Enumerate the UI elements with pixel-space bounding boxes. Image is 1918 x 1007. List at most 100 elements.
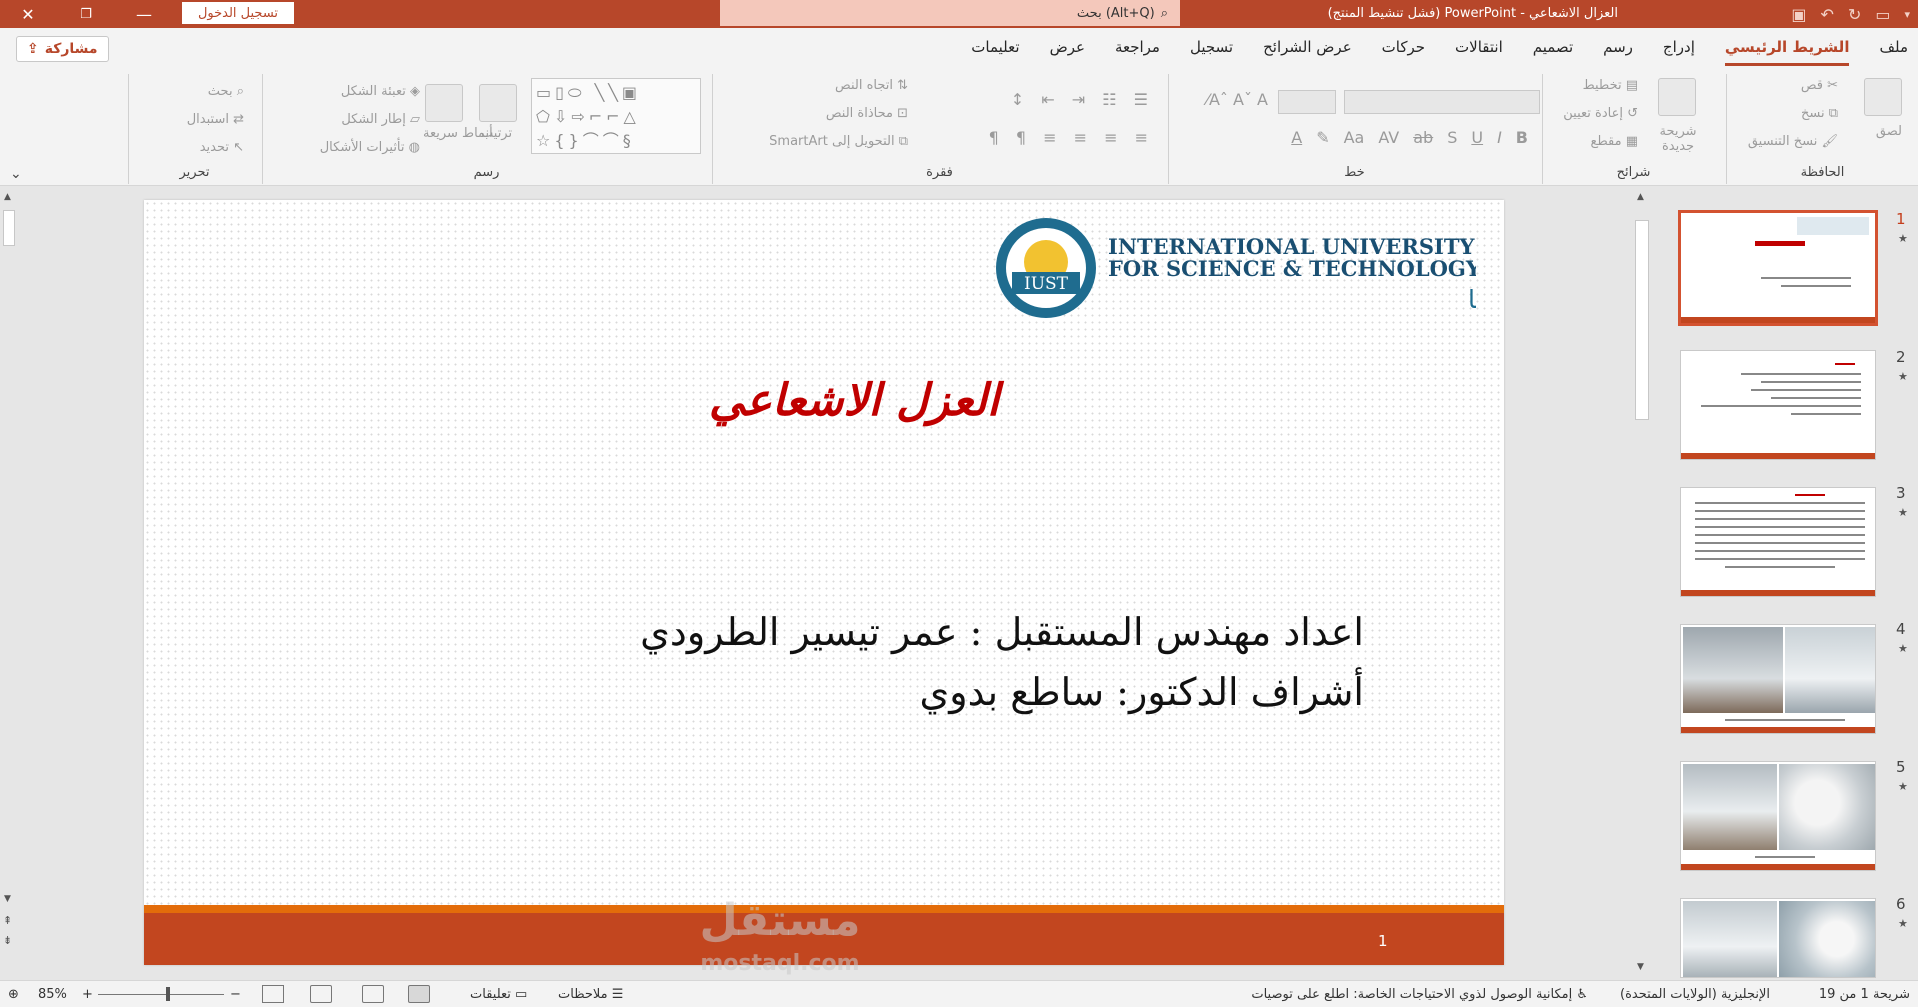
text-direction-button[interactable]: ⇅ اتجاه النص <box>835 78 908 93</box>
thumb-scroll-down-icon[interactable]: ▼ <box>1637 962 1644 972</box>
customize-qat-icon[interactable]: ▾ <box>1904 8 1910 21</box>
tab-10[interactable]: عرض <box>1050 36 1085 58</box>
minimize-icon[interactable]: — <box>122 0 166 28</box>
tab-7[interactable]: عرض الشرائح <box>1263 36 1352 58</box>
shape-effects-button[interactable]: ◍ تأثيرات الأشكال <box>320 140 420 155</box>
shape-fill-button[interactable]: ◈ تعبئة الشكل <box>341 84 420 99</box>
slide-thumbnail-2[interactable] <box>1680 350 1876 460</box>
new-slide-icon[interactable] <box>1658 78 1696 116</box>
zoom-in-button[interactable]: + <box>82 987 93 1002</box>
slide-thumbnail-3[interactable] <box>1680 487 1876 597</box>
prev-slide-icon[interactable]: ⇞ <box>3 914 12 927</box>
tab-8[interactable]: تسجيل <box>1190 36 1233 58</box>
shadow-icon[interactable]: S <box>1447 128 1457 147</box>
language-status[interactable]: الإنجليزية (الولايات المتحدة) <box>1620 987 1770 1002</box>
tab-11[interactable]: تعليمات <box>971 36 1019 58</box>
slide-author-line[interactable]: اعداد مهندس المستقبل : عمر تيسير الطرودي <box>640 610 1364 654</box>
tab-2[interactable]: إدراج <box>1663 36 1695 58</box>
slide-thumbnail-5[interactable] <box>1680 761 1876 871</box>
thumb-footer <box>1681 317 1875 323</box>
replace-button[interactable]: ⇄ استبدال <box>187 112 244 127</box>
format-painter-button[interactable]: 🖌 نسخ التنسيق <box>1748 134 1838 149</box>
copy-button[interactable]: ⧉ نسخ <box>1801 106 1838 121</box>
layout-button[interactable]: ▤ تخطيط <box>1583 78 1638 93</box>
arrange-icon[interactable] <box>479 84 517 122</box>
restore-icon[interactable]: ❐ <box>64 0 108 28</box>
editor-scrollbar[interactable]: ▲ ▼ ⇞ ⇟ <box>0 190 18 960</box>
collapse-ribbon-icon[interactable]: ⌄ <box>10 166 22 182</box>
strikethrough-icon[interactable]: ab <box>1413 128 1433 147</box>
tab-0[interactable]: ملف <box>1879 36 1908 58</box>
thumb-line <box>1695 510 1865 512</box>
slide-thumbnail-1[interactable] <box>1678 210 1878 326</box>
shapes-gallery[interactable]: ▭▯⬭ ╲╲▣ ⬠⇩⇨⌐⌐△ ☆{}⌒⌒§ <box>531 78 701 154</box>
underline-icon[interactable]: U <box>1471 128 1483 147</box>
tab-4[interactable]: تصميم <box>1533 36 1573 58</box>
slide-canvas[interactable]: IUST INTERNATIONAL UNIVERSITY FOR SCIENC… <box>144 200 1902 965</box>
smartart-button[interactable]: ⧉ التحويل إلى SmartArt <box>769 134 908 149</box>
tab-5[interactable]: انتقالات <box>1455 36 1503 58</box>
quick-styles-button[interactable]: أنماط سريعة <box>423 126 493 141</box>
slide-title[interactable]: العزل الاشعاعي <box>664 375 1044 426</box>
char-spacing-icon[interactable]: AV <box>1378 128 1399 147</box>
list-indent-icons[interactable]: ☰ ☷ ⇥ ⇤ ↕ <box>1011 90 1154 109</box>
paste-button[interactable]: لصق <box>1876 124 1902 139</box>
new-slide-button[interactable]: شريحة جديدة <box>1648 124 1708 154</box>
align-text-button[interactable]: ⊡ محاذاة النص <box>826 106 908 121</box>
zoom-level[interactable]: 85% <box>38 987 67 1002</box>
thumb-line <box>1695 550 1865 552</box>
tab-6[interactable]: حركات <box>1382 36 1425 58</box>
redo-icon[interactable]: ↻ <box>1848 5 1861 24</box>
reset-button[interactable]: ↺ إعادة تعيين <box>1563 106 1638 121</box>
share-button[interactable]: ⇪ مشاركة <box>16 36 109 62</box>
present-icon[interactable]: ▭ <box>1875 5 1890 24</box>
tab-9[interactable]: مراجعة <box>1115 36 1160 58</box>
thumb-scroll-thumb[interactable] <box>1635 220 1649 420</box>
bold-icon[interactable]: B <box>1516 128 1528 147</box>
normal-view-icon[interactable] <box>408 985 430 1003</box>
font-size-combo[interactable] <box>1278 90 1336 114</box>
font-group: Aˆ Aˇ A⁄ B I U S ab AV Aa ✎ A خط <box>1168 74 1540 184</box>
slide-thumbnail-4[interactable] <box>1680 624 1876 734</box>
search-input[interactable]: بحث (Alt+Q) ⌕ <box>720 0 1180 26</box>
alignment-icons[interactable]: ≡ ≡ ≡ ≡ ¶ ¶ <box>989 128 1154 147</box>
next-slide-icon[interactable]: ⇟ <box>3 934 12 947</box>
change-case-icon[interactable]: Aa <box>1344 128 1365 147</box>
thumbnail-scrollbar[interactable]: ▲ ▼ <box>1632 190 1652 980</box>
accessibility-status[interactable]: ♿ إمكانية الوصول لذوي الاحتياجات الخاصة:… <box>1251 987 1588 1002</box>
zoom-out-button[interactable]: − <box>230 987 241 1002</box>
fit-to-window-icon[interactable]: ⊕ <box>8 987 19 1002</box>
save-icon[interactable]: ▣ <box>1791 5 1806 24</box>
slide-sorter-view-icon[interactable] <box>362 985 384 1003</box>
tab-3[interactable]: رسم <box>1603 36 1633 58</box>
cut-button[interactable]: ✂ قص <box>1801 78 1838 93</box>
scroll-up-icon[interactable]: ▲ <box>4 192 11 202</box>
scroll-thumb[interactable] <box>3 210 15 246</box>
reset-label: إعادة تعيين <box>1563 106 1623 121</box>
thumb-scroll-up-icon[interactable]: ▲ <box>1637 192 1644 202</box>
find-button[interactable]: ⌕ بحث <box>208 84 244 99</box>
select-button[interactable]: ↖ تحديد <box>200 140 244 155</box>
font-grow-shrink-icons[interactable]: Aˆ Aˇ A⁄ <box>1206 90 1268 109</box>
quick-styles-icon[interactable] <box>425 84 463 122</box>
italic-icon[interactable]: I <box>1497 128 1502 147</box>
zoom-slider-thumb[interactable] <box>166 987 170 1001</box>
highlight-icon[interactable]: ✎ <box>1316 128 1329 147</box>
font-name-combo[interactable] <box>1344 90 1540 114</box>
font-color-icon[interactable]: A <box>1291 128 1302 147</box>
scroll-down-icon[interactable]: ▼ <box>4 894 11 904</box>
comments-button[interactable]: ▭ تعليقات <box>470 987 527 1002</box>
slide-thumbnail-6[interactable] <box>1680 898 1876 978</box>
paste-icon[interactable] <box>1864 78 1902 116</box>
reading-view-icon[interactable] <box>310 985 332 1003</box>
shape-outline-button[interactable]: ▱ إطار الشكل <box>341 112 420 127</box>
notes-button[interactable]: ☰ ملاحظات <box>558 987 623 1002</box>
sign-in-button[interactable]: تسجيل الدخول <box>182 2 294 24</box>
slide-supervisor-line[interactable]: أشراف الدكتور: ساطع بدوي <box>920 670 1364 714</box>
section-button[interactable]: ▦ مقطع <box>1590 134 1638 149</box>
undo-icon[interactable]: ↶ <box>1821 5 1834 24</box>
tab-1[interactable]: الشريط الرئيسي <box>1724 36 1849 66</box>
zoom-slider[interactable] <box>98 994 224 995</box>
slideshow-view-icon[interactable] <box>262 985 284 1003</box>
close-icon[interactable]: ✕ <box>6 0 50 28</box>
